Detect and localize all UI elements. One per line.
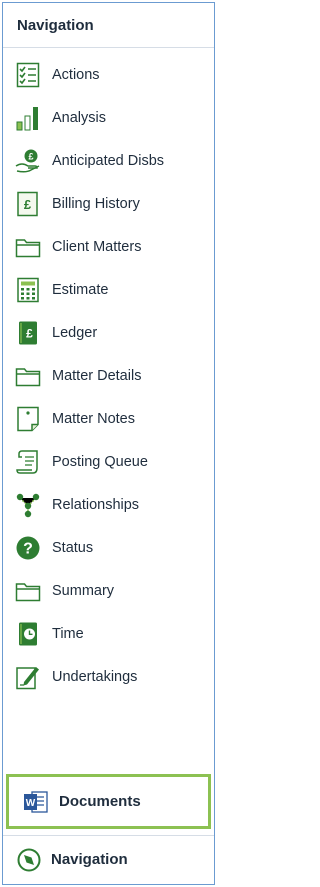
folder-icon bbox=[15, 233, 41, 261]
nav-item-label: Client Matters bbox=[52, 238, 142, 255]
nav-item-label: Matter Details bbox=[52, 367, 142, 384]
scroll-icon bbox=[15, 448, 41, 476]
navigation-panel: Navigation Actions Analysis £ Anticipate… bbox=[2, 2, 215, 885]
ledger-book-icon: £ bbox=[15, 319, 41, 347]
bar-chart-icon bbox=[15, 104, 41, 132]
checklist-icon bbox=[15, 61, 41, 89]
nav-item-label: Analysis bbox=[52, 109, 106, 126]
nav-item-label: Estimate bbox=[52, 281, 109, 298]
folder-icon bbox=[15, 577, 41, 605]
nav-list: Actions Analysis £ Anticipated Disbs £ B… bbox=[3, 53, 214, 698]
nav-item-label: Ledger bbox=[52, 324, 98, 341]
nav-item-summary[interactable]: Summary bbox=[3, 569, 214, 612]
nav-item-label: Billing History bbox=[52, 195, 140, 212]
nav-item-matter-details[interactable]: Matter Details bbox=[3, 354, 214, 397]
nav-item-billing-history[interactable]: £ Billing History bbox=[3, 182, 214, 225]
nav-item-undertakings[interactable]: Undertakings bbox=[3, 655, 214, 698]
nav-item-label: Undertakings bbox=[52, 668, 138, 685]
calculator-icon bbox=[15, 276, 41, 304]
nav-item-posting-queue[interactable]: Posting Queue bbox=[3, 440, 214, 483]
nav-item-client-matters[interactable]: Client Matters bbox=[3, 225, 214, 268]
nav-item-time[interactable]: Time bbox=[3, 612, 214, 655]
folder-icon bbox=[15, 362, 41, 390]
nav-item-status[interactable]: ? Status bbox=[3, 526, 214, 569]
nav-item-matter-notes[interactable]: Matter Notes bbox=[3, 397, 214, 440]
svg-text:W: W bbox=[26, 798, 36, 809]
note-icon bbox=[15, 405, 41, 433]
svg-text:£: £ bbox=[28, 151, 33, 161]
documents-button[interactable]: W Documents bbox=[6, 774, 211, 829]
nav-item-label: Anticipated Disbs bbox=[52, 152, 165, 169]
panel-title: Navigation bbox=[3, 3, 214, 48]
nav-item-label: Matter Notes bbox=[52, 410, 135, 427]
nav-item-label: Actions bbox=[52, 66, 100, 83]
svg-text:£: £ bbox=[24, 197, 32, 212]
nav-item-estimate[interactable]: Estimate bbox=[3, 268, 214, 311]
svg-text:?: ? bbox=[23, 540, 33, 557]
nav-item-ledger[interactable]: £ Ledger bbox=[3, 311, 214, 354]
navigation-button[interactable]: Navigation bbox=[3, 835, 214, 883]
nav-item-label: Time bbox=[52, 625, 84, 642]
pen-document-icon bbox=[15, 663, 41, 691]
question-icon: ? bbox=[15, 534, 41, 562]
compass-icon bbox=[17, 848, 41, 872]
nav-item-actions[interactable]: Actions bbox=[3, 53, 214, 96]
svg-text:£: £ bbox=[26, 326, 33, 340]
nav-item-analysis[interactable]: Analysis bbox=[3, 96, 214, 139]
clock-book-icon bbox=[15, 620, 41, 648]
nav-item-label: Posting Queue bbox=[52, 453, 148, 470]
money-hand-icon: £ bbox=[15, 147, 41, 175]
nav-item-label: Summary bbox=[52, 582, 115, 599]
navigation-label: Navigation bbox=[51, 851, 128, 868]
relationships-icon bbox=[15, 491, 41, 519]
word-document-icon: W bbox=[23, 790, 49, 814]
nav-item-label: Status bbox=[52, 539, 94, 556]
documents-label: Documents bbox=[59, 793, 141, 810]
nav-item-anticipated-disbs[interactable]: £ Anticipated Disbs bbox=[3, 139, 214, 182]
pound-document-icon: £ bbox=[15, 190, 41, 218]
nav-item-relationships[interactable]: Relationships bbox=[3, 483, 214, 526]
nav-item-label: Relationships bbox=[52, 496, 140, 513]
